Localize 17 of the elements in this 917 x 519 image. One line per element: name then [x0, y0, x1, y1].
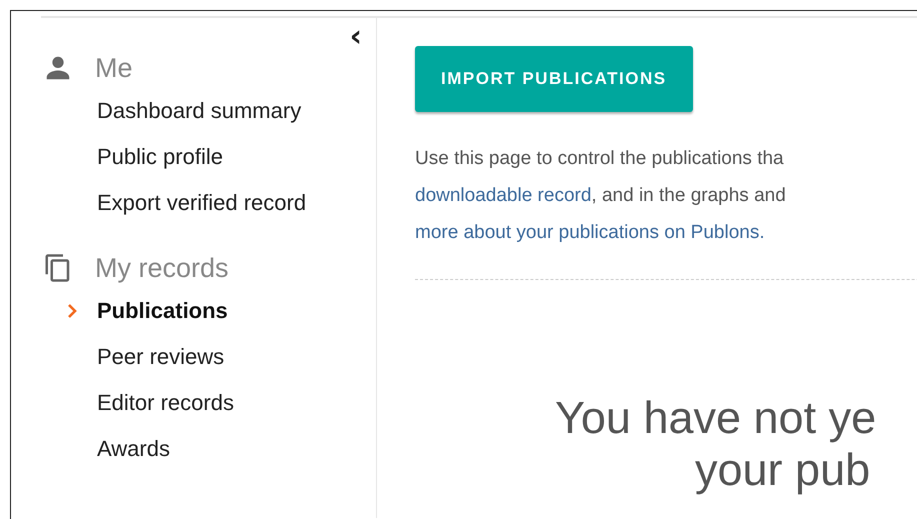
- empty-state-heading: You have not ye: [555, 392, 878, 444]
- intro-text: Use this page to control the publications tha: [415, 148, 784, 169]
- section-title: My records: [95, 252, 229, 284]
- text-link[interactable]: more about your publications on Publons.: [415, 222, 765, 243]
- collapse-button[interactable]: ‹: [350, 26, 362, 48]
- sidebar-item[interactable]: Dashboard summary: [97, 98, 302, 124]
- empty-state-heading: your pub: [694, 444, 872, 496]
- chevron-right-icon: [67, 303, 77, 319]
- text-link[interactable]: downloadable record: [415, 185, 592, 206]
- sidebar-item[interactable]: Export verified record: [97, 190, 306, 216]
- section-title: Me: [95, 52, 133, 84]
- sidebar-item[interactable]: Peer reviews: [97, 344, 224, 370]
- intro-text: , and in the graphs and: [591, 185, 786, 206]
- sidebar-item[interactable]: Publications: [97, 298, 228, 324]
- sidebar-item[interactable]: Public profile: [97, 144, 223, 170]
- sidebar-item[interactable]: Editor records: [97, 390, 234, 416]
- sidebar-item[interactable]: Awards: [97, 436, 170, 462]
